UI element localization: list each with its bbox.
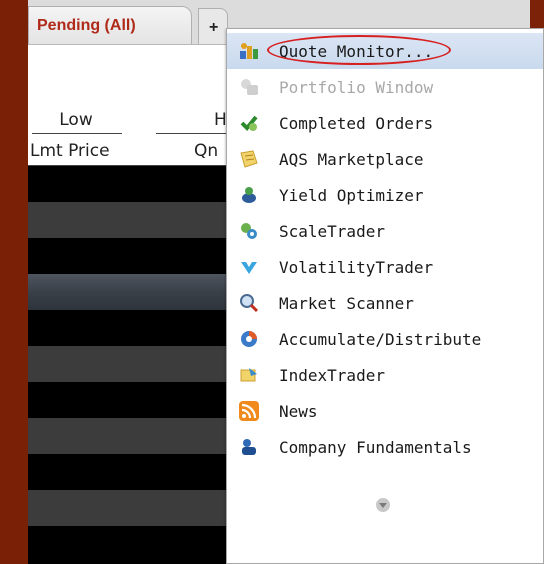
- scroll-down-icon[interactable]: [375, 497, 391, 513]
- menu-item-yield-optimizer[interactable]: Yield Optimizer: [227, 177, 543, 213]
- menu-item-label: Market Scanner: [279, 294, 414, 313]
- menu-item-completed-orders[interactable]: Completed Orders: [227, 105, 543, 141]
- scanner-icon: [240, 294, 259, 313]
- header-divider: [156, 133, 226, 134]
- menu-item-label: News: [279, 402, 318, 421]
- header-divider: [32, 133, 122, 134]
- column-header-qn[interactable]: Qn: [194, 141, 218, 161]
- tab-pending-all[interactable]: Pending (All): [28, 6, 192, 44]
- fundamentals-icon: [242, 439, 256, 455]
- quote-monitor-icon: [240, 43, 258, 59]
- menu-item-news[interactable]: News: [227, 393, 543, 429]
- menu-item-label: Yield Optimizer: [279, 186, 424, 205]
- menu-item-market-scanner[interactable]: Market Scanner: [227, 285, 543, 321]
- menu-item-portfolio-window: Portfolio Window: [227, 69, 543, 105]
- portfolio-icon: [241, 79, 258, 95]
- yield-icon: [242, 187, 256, 203]
- menu-item-quote-monitor[interactable]: Quote Monitor...: [227, 33, 543, 69]
- indextrader-icon: [240, 368, 257, 382]
- tab-label: Pending (All): [37, 17, 136, 34]
- menu-item-label: Company Fundamentals: [279, 438, 472, 457]
- scaletrader-icon: [241, 223, 257, 239]
- menu-item-accumulate-distribute[interactable]: Accumulate/Distribute: [227, 321, 543, 357]
- new-window-menu: Quote Monitor... Portfolio Window Comple…: [226, 28, 544, 564]
- column-header-lmt-price[interactable]: Lmt Price: [30, 141, 110, 161]
- menu-item-indextrader[interactable]: IndexTrader: [227, 357, 543, 393]
- column-header-low[interactable]: Low: [32, 110, 120, 130]
- menu-item-label: Portfolio Window: [279, 78, 434, 97]
- add-tab-label: +: [209, 19, 219, 36]
- menu-item-label: AQS Marketplace: [279, 150, 424, 169]
- menu-item-label: VolatilityTrader: [279, 258, 434, 277]
- menu-item-label: Accumulate/Distribute: [279, 330, 482, 349]
- menu-item-label: Completed Orders: [279, 114, 434, 133]
- menu-item-label: IndexTrader: [279, 366, 385, 385]
- menu-item-company-fundamentals[interactable]: Company Fundamentals: [227, 429, 543, 465]
- rss-icon: [239, 401, 259, 421]
- completed-orders-icon: [240, 115, 258, 131]
- annotation-circle: [267, 35, 451, 65]
- column-header-high[interactable]: H: [214, 110, 227, 130]
- menu-item-volatilitytrader[interactable]: VolatilityTrader: [227, 249, 543, 285]
- menu-item-label: ScaleTrader: [279, 222, 385, 241]
- add-tab-button[interactable]: +: [198, 8, 228, 44]
- aqs-icon: [240, 150, 258, 168]
- accumulate-icon: [241, 331, 257, 347]
- volatility-icon: [241, 262, 257, 274]
- menu-item-scaletrader[interactable]: ScaleTrader: [227, 213, 543, 249]
- menu-item-aqs-marketplace[interactable]: AQS Marketplace: [227, 141, 543, 177]
